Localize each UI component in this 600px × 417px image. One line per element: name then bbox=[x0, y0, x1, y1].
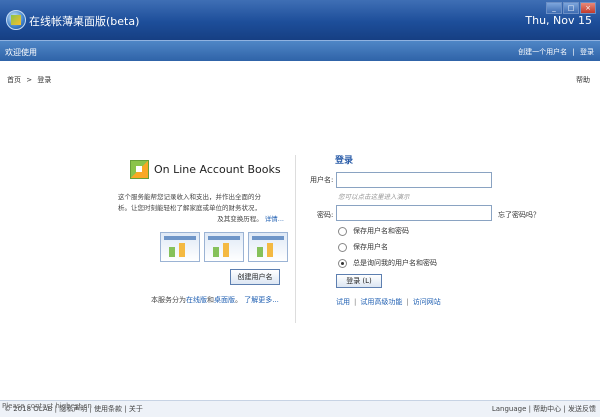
minimize-button[interactable]: _ bbox=[546, 2, 562, 14]
radio-dot bbox=[338, 226, 347, 236]
help-link[interactable]: 帮助 bbox=[576, 75, 590, 85]
remember-both-radio[interactable]: 保存用户名和密码 bbox=[338, 226, 409, 236]
radio-label: 保存用户名和密码 bbox=[353, 227, 409, 235]
desc-line-2: 析。让您时刻能轻松了解家庭或单位的财务状况， bbox=[118, 204, 261, 212]
link-separator: | bbox=[354, 298, 357, 306]
create-user-button[interactable]: 创建用户名 bbox=[230, 269, 280, 285]
radio-dot bbox=[338, 242, 347, 252]
online-version-link[interactable]: 在线版 bbox=[186, 296, 207, 304]
trial-advanced-link[interactable]: 试用高级功能 bbox=[360, 298, 402, 306]
radio-label: 保存用户名 bbox=[353, 243, 388, 251]
login-title: 登录 bbox=[335, 156, 354, 166]
window-title: 在线帐薄桌面版(beta) bbox=[29, 15, 140, 28]
desc-line-3: 及其变换历程。 bbox=[217, 215, 263, 223]
service-note: 本服务分为在线版和桌面版。 了解更多... bbox=[151, 295, 288, 305]
radio-label: 总是询问我的用户名和密码 bbox=[353, 259, 437, 267]
brand-logo-icon bbox=[130, 160, 149, 179]
breadcrumb-current: 登录 bbox=[37, 76, 52, 84]
login-links: 试用 | 试用高级功能 | 访问网站 bbox=[336, 297, 441, 307]
maximize-button[interactable]: □ bbox=[563, 2, 579, 14]
nav-links: 创建一个用户名 | 登录 bbox=[518, 47, 594, 57]
panel-divider bbox=[295, 155, 296, 323]
thumbnail-image[interactable] bbox=[160, 232, 200, 262]
login-button[interactable]: 登录 (L) bbox=[336, 274, 382, 288]
password-label: 密码: bbox=[317, 211, 334, 219]
username-hint[interactable]: 您可以点击这里进入演示 bbox=[338, 191, 410, 201]
intro-panel: On Line Account Books 这个服务能帮您记录收入和支出，并作出… bbox=[118, 160, 288, 305]
nav-separator: | bbox=[572, 48, 575, 56]
details-link[interactable]: 详情... bbox=[265, 215, 284, 223]
create-user-link[interactable]: 创建一个用户名 bbox=[518, 48, 567, 56]
forgot-password-link[interactable]: 忘了密码吗？ bbox=[498, 210, 540, 220]
thumbnail-image[interactable] bbox=[248, 232, 288, 262]
desktop-version-link[interactable]: 桌面版 bbox=[214, 296, 235, 304]
trial-link[interactable]: 试用 bbox=[336, 298, 350, 306]
always-ask-radio[interactable]: 总是询问我的用户名和密码 bbox=[338, 258, 437, 268]
screenshot-thumbnails bbox=[160, 232, 288, 262]
service-dot: 。 bbox=[235, 296, 242, 304]
breadcrumb: 首页 > 登录 bbox=[7, 75, 51, 85]
watermark-text: Please contact highest.cn bbox=[2, 402, 92, 410]
brand-name: On Line Account Books bbox=[154, 163, 281, 176]
username-input[interactable] bbox=[336, 172, 492, 188]
brand: On Line Account Books bbox=[130, 160, 288, 179]
window-controls: _ □ × bbox=[546, 2, 596, 14]
date-display: Thu, Nov 15 bbox=[525, 14, 592, 27]
intro-description: 这个服务能帮您记录收入和支出，并作出全面的分 析。让您时刻能轻松了解家庭或单位的… bbox=[118, 192, 288, 225]
login-panel: 登录 用户名: 您可以点击这里进入演示 密码: 忘了密码吗？ 保存用户名和密码 … bbox=[305, 153, 585, 306]
login-link[interactable]: 登录 bbox=[580, 48, 594, 56]
close-button[interactable]: × bbox=[580, 2, 596, 14]
breadcrumb-home[interactable]: 首页 bbox=[7, 76, 21, 84]
thumbnail-image[interactable] bbox=[204, 232, 244, 262]
window-titlebar: 在线帐薄桌面版(beta) _ □ × Thu, Nov 15 bbox=[0, 0, 600, 40]
username-label: 用户名: bbox=[310, 176, 334, 184]
visit-site-link[interactable]: 访问网站 bbox=[413, 298, 441, 306]
footer-right-links[interactable]: Language | 帮助中心 | 发送反馈 bbox=[492, 404, 596, 414]
learn-more-link[interactable]: 了解更多... bbox=[244, 296, 279, 304]
desc-line-1: 这个服务能帮您记录收入和支出，并作出全面的分 bbox=[118, 193, 261, 201]
service-and: 和 bbox=[207, 296, 214, 304]
password-input[interactable] bbox=[336, 205, 492, 221]
remember-username-radio[interactable]: 保存用户名 bbox=[338, 242, 388, 252]
radio-dot-selected bbox=[338, 258, 347, 268]
app-icon bbox=[6, 10, 26, 30]
welcome-text: 欢迎使用 bbox=[5, 48, 37, 57]
service-prefix: 本服务分为 bbox=[151, 296, 186, 304]
breadcrumb-sep: > bbox=[26, 76, 33, 84]
nav-bar: 欢迎使用 创建一个用户名 | 登录 bbox=[0, 40, 600, 61]
link-separator: | bbox=[406, 298, 409, 306]
